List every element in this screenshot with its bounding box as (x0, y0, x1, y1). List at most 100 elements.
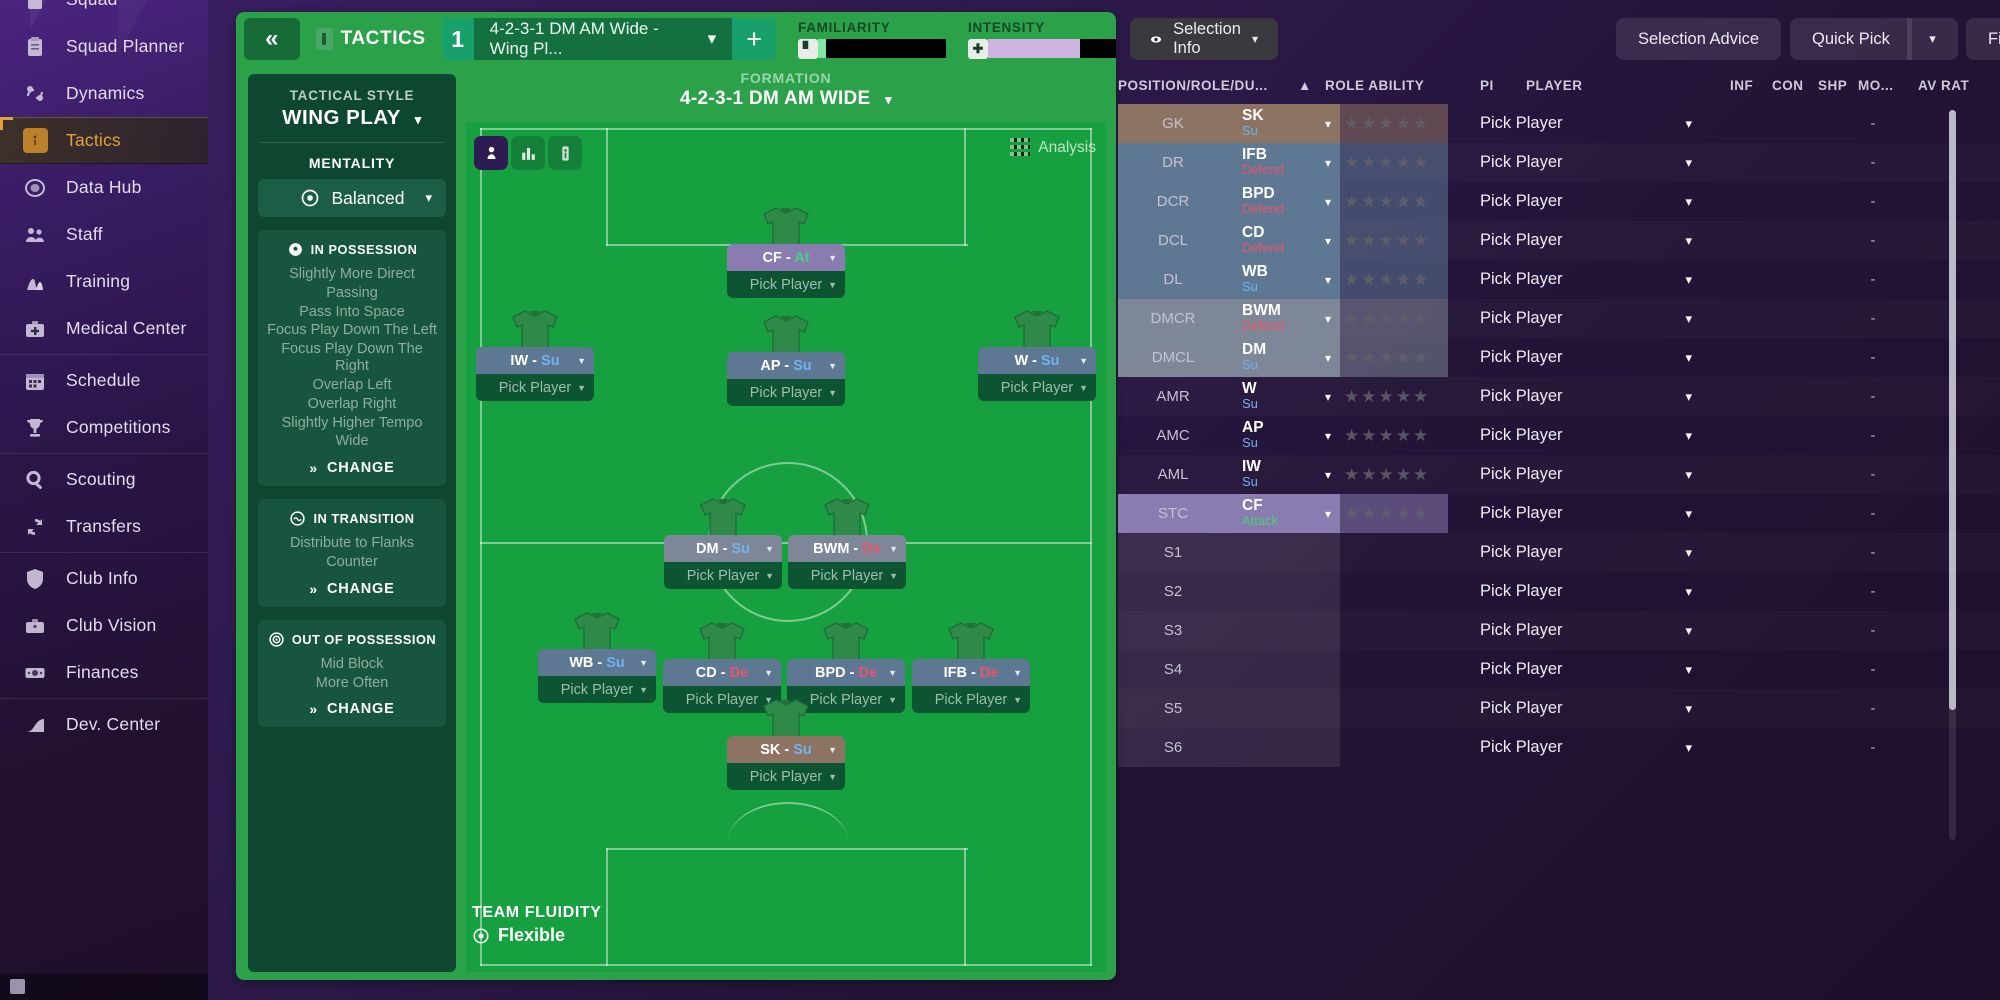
role-selector[interactable]: W - Su ▼ (978, 347, 1096, 374)
sidebar-item-squad-planner[interactable]: Squad Planner (0, 23, 208, 70)
role-selector[interactable]: IW - Su ▼ (476, 347, 594, 374)
role-selector[interactable]: IFB Defend ▾ (1228, 143, 1340, 182)
table-row[interactable]: DCL CD Defend ▾ ★ ★ ★ ★ ★ Pick Player ▾ - (1118, 221, 2000, 260)
role-selector[interactable]: SK - Su ▼ (727, 736, 845, 763)
table-row[interactable]: GK SK Su ▾ ★ ★ ★ ★ ★ Pick Player ▾ - (1118, 104, 2000, 143)
role-selector[interactable]: BWM Defend ▾ (1228, 299, 1340, 338)
tactic-slot-number[interactable]: 1 (441, 18, 474, 60)
bar-chart-icon-button[interactable] (511, 136, 545, 170)
player-selector[interactable]: Pick Player ▾ (1480, 104, 1710, 143)
change-instructions-button[interactable]: » CHANGE (266, 460, 438, 476)
column-header-shp[interactable]: SHP (1818, 78, 1847, 93)
table-row[interactable]: S5 Pick Player ▾ - (1118, 689, 2000, 728)
kit-icon-button[interactable] (548, 136, 582, 170)
sidebar-item-tactics[interactable]: Tactics (0, 117, 208, 164)
player-selector[interactable]: Pick Player ▾ (1480, 689, 1710, 728)
player-selector[interactable]: Pick Player ▾ (1480, 416, 1710, 455)
sidebar-item-schedule[interactable]: Schedule (0, 357, 208, 404)
table-row[interactable]: AMR W Su ▾ ★ ★ ★ ★ ★ Pick Player ▾ - (1118, 377, 2000, 416)
sidebar-item-club-vision[interactable]: Club Vision (0, 602, 208, 649)
player-selector[interactable]: Pick Player ▾ (1480, 221, 1710, 260)
role-selector[interactable]: WB - Su ▼ (538, 649, 656, 676)
role-selector[interactable]: AP Su ▾ (1228, 416, 1340, 455)
role-selector[interactable]: WB Su ▾ (1228, 260, 1340, 299)
table-row[interactable]: S6 Pick Player ▾ - (1118, 728, 2000, 767)
tactical-style-dropdown[interactable]: WING PLAY ▾ (258, 106, 446, 130)
table-row[interactable]: DR IFB Defend ▾ ★ ★ ★ ★ ★ Pick Player ▾ - (1118, 143, 2000, 182)
role-selector[interactable]: BWM - De ▼ (788, 535, 906, 562)
column-header-position[interactable]: POSITION/ROLE/DU... (1118, 78, 1268, 93)
sidebar-item-dynamics[interactable]: Dynamics (0, 70, 208, 117)
table-row[interactable]: DMCR BWM Defend ▾ ★ ★ ★ ★ ★ Pick Player ▾ - (1118, 299, 2000, 338)
sidebar-item-staff[interactable]: Staff (0, 211, 208, 258)
sidebar-item-data-hub[interactable]: Data Hub (0, 164, 208, 211)
change-instructions-button[interactable]: » CHANGE (266, 581, 438, 597)
role-selector[interactable]: CF - At ▼ (727, 244, 845, 271)
selection-advice-button[interactable]: Selection Advice (1616, 18, 1782, 60)
sidebar-item-dev-center[interactable]: Dev. Center (0, 701, 208, 748)
table-row[interactable]: S3 Pick Player ▾ - (1118, 611, 2000, 650)
selection-info-button[interactable]: Selection Info ▾ (1130, 18, 1278, 60)
pick-player-selector[interactable]: Pick Player ▼ (788, 562, 906, 589)
player-selector[interactable]: Pick Player ▾ (1480, 572, 1710, 611)
pick-player-selector[interactable]: Pick Player ▼ (538, 676, 656, 703)
pick-player-selector[interactable]: Pick Player ▼ (727, 271, 845, 298)
sidebar-item-finances[interactable]: Finances (0, 649, 208, 696)
pick-player-selector[interactable]: Pick Player ▼ (912, 686, 1030, 713)
player-selector[interactable]: Pick Player ▾ (1480, 182, 1710, 221)
role-selector[interactable]: IW Su ▾ (1228, 455, 1340, 494)
player-selector[interactable]: Pick Player ▾ (1480, 299, 1710, 338)
player-selector[interactable]: Pick Player ▾ (1480, 533, 1710, 572)
player-view-icon-button[interactable] (474, 136, 508, 170)
role-selector[interactable]: DM - Su ▼ (664, 535, 782, 562)
analysis-button[interactable]: Analysis (1010, 138, 1096, 158)
table-row[interactable]: S2 Pick Player ▾ - (1118, 572, 2000, 611)
change-instructions-button[interactable]: » CHANGE (266, 701, 438, 717)
column-header-role-ability[interactable]: ROLE ABILITY (1325, 78, 1424, 93)
quick-pick-button[interactable]: Quick Pick (1790, 18, 1912, 60)
role-selector[interactable]: CD - De ▼ (663, 659, 781, 686)
role-selector[interactable]: W Su ▾ (1228, 377, 1340, 416)
table-row[interactable]: DL WB Su ▾ ★ ★ ★ ★ ★ Pick Player ▾ - (1118, 260, 2000, 299)
table-row[interactable]: S4 Pick Player ▾ - (1118, 650, 2000, 689)
player-selector[interactable]: Pick Player ▾ (1480, 494, 1710, 533)
role-selector[interactable]: CF Attack ▾ (1228, 494, 1340, 533)
pick-player-selector[interactable]: Pick Player ▼ (664, 562, 782, 589)
table-row[interactable]: DMCL DM Su ▾ ★ ★ ★ ★ ★ Pick Player ▾ - (1118, 338, 2000, 377)
player-selector[interactable]: Pick Player ▾ (1480, 650, 1710, 689)
pick-player-selector[interactable]: Pick Player ▼ (727, 763, 845, 790)
formation-dropdown[interactable]: 4-2-3-1 DM AM WIDE ▾ (466, 88, 1106, 110)
pick-player-selector[interactable]: Pick Player ▼ (727, 379, 845, 406)
scrollbar-thumb[interactable] (1949, 110, 1956, 710)
player-selector[interactable]: Pick Player ▾ (1480, 611, 1710, 650)
mentality-dropdown[interactable]: Balanced ▾ (258, 179, 446, 217)
table-row[interactable]: DCR BPD Defend ▾ ★ ★ ★ ★ ★ Pick Player ▾ - (1118, 182, 2000, 221)
table-row[interactable]: AML IW Su ▾ ★ ★ ★ ★ ★ Pick Player ▾ - (1118, 455, 2000, 494)
taskbar-app-icon[interactable] (10, 979, 25, 994)
role-selector[interactable]: CD Defend ▾ (1228, 221, 1340, 260)
add-tactic-button[interactable]: + (732, 18, 776, 60)
filter-button[interactable]: Filter ▾ (1966, 18, 2000, 60)
player-selector[interactable]: Pick Player ▾ (1480, 455, 1710, 494)
column-header-mo[interactable]: MO... (1858, 78, 1894, 93)
column-header-inf[interactable]: INF (1730, 78, 1753, 93)
player-selector[interactable]: Pick Player ▾ (1480, 338, 1710, 377)
table-row[interactable]: S1 Pick Player ▾ - (1118, 533, 2000, 572)
sidebar-item-medical-center[interactable]: Medical Center (0, 305, 208, 352)
sidebar-item-transfers[interactable]: Transfers (0, 503, 208, 550)
table-scrollbar[interactable] (1949, 110, 1956, 840)
sidebar-item-squad[interactable]: Squad (0, 0, 208, 23)
player-selector[interactable]: Pick Player ▾ (1480, 143, 1710, 182)
pick-player-selector[interactable]: Pick Player ▼ (978, 374, 1096, 401)
role-selector[interactable]: BPD Defend ▾ (1228, 182, 1340, 221)
role-selector[interactable]: BPD - De ▼ (787, 659, 905, 686)
pick-player-selector[interactable]: Pick Player ▼ (476, 374, 594, 401)
collapse-sidebar-button[interactable]: « (244, 18, 300, 60)
player-selector[interactable]: Pick Player ▾ (1480, 377, 1710, 416)
table-row[interactable]: STC CF Attack ▾ ★ ★ ★ ★ ★ Pick Player ▾ - (1118, 494, 2000, 533)
column-header-pi[interactable]: PI (1480, 78, 1494, 93)
table-row[interactable]: AMC AP Su ▾ ★ ★ ★ ★ ★ Pick Player ▾ - (1118, 416, 2000, 455)
sidebar-item-club-info[interactable]: Club Info (0, 555, 208, 602)
column-header-av-rat[interactable]: AV RAT (1918, 78, 1969, 93)
quick-pick-dropdown-button[interactable]: ▾ (1906, 18, 1958, 60)
